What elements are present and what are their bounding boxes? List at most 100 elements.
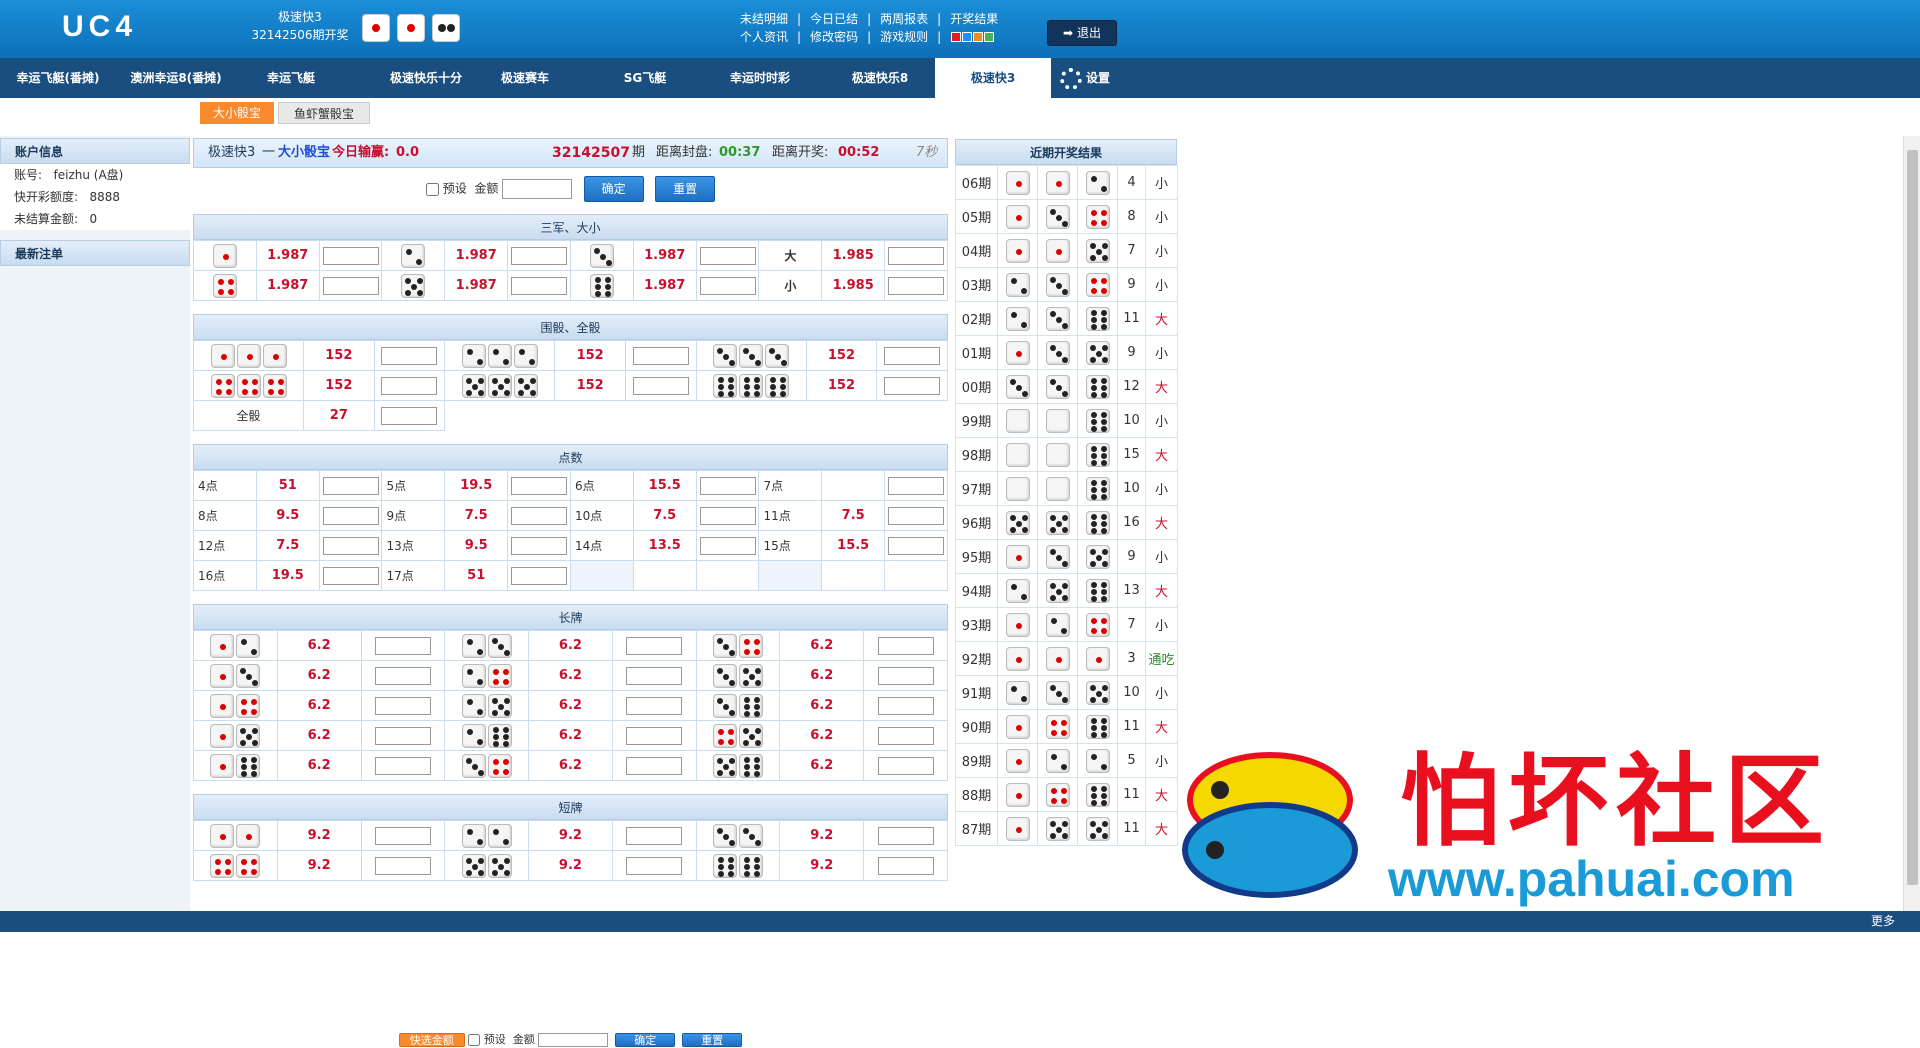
bet-cell[interactable] <box>507 530 571 561</box>
bet-cell[interactable] <box>863 660 948 691</box>
bet-cell[interactable] <box>318 270 383 301</box>
preset-checkbox[interactable] <box>425 182 439 196</box>
bet-amount-input[interactable] <box>888 246 945 265</box>
bet-amount-input[interactable] <box>699 476 756 495</box>
bet-cell[interactable] <box>611 660 697 691</box>
bet-cell[interactable] <box>373 340 446 371</box>
nav-item-7[interactable]: 幸运时时彩 <box>710 58 810 98</box>
bet-amount-input[interactable] <box>322 276 379 295</box>
nav-item-8[interactable]: 极速快乐8 <box>830 58 930 98</box>
bet-amount-input[interactable] <box>877 756 934 775</box>
bet-cell[interactable] <box>884 270 948 301</box>
reset-button[interactable]: 重置 <box>655 176 716 202</box>
bet-amount-input[interactable] <box>511 246 568 265</box>
today-settled-link[interactable]: 今日已结 <box>810 10 858 28</box>
bet-amount-input[interactable] <box>322 566 379 585</box>
bet-cell[interactable] <box>884 470 948 501</box>
bet-amount-input[interactable] <box>374 856 431 875</box>
bet-amount-input[interactable] <box>699 506 756 525</box>
bet-cell[interactable] <box>611 630 697 661</box>
bet-cell[interactable] <box>360 820 446 851</box>
profile-link[interactable]: 个人资讯 <box>740 28 788 46</box>
bet-amount-input[interactable] <box>374 726 431 745</box>
bet-amount-input[interactable] <box>884 346 941 365</box>
bet-amount-input[interactable] <box>699 246 756 265</box>
tab-yxx[interactable]: 鱼虾蟹骰宝 <box>278 102 370 124</box>
bet-amount-input[interactable] <box>322 246 379 265</box>
bet-cell[interactable] <box>695 500 760 531</box>
bet-amount-input[interactable] <box>626 856 683 875</box>
amount-input[interactable] <box>502 179 573 199</box>
bet-amount-input[interactable] <box>511 536 568 555</box>
bet-cell[interactable] <box>884 500 948 531</box>
bottom-preset-checkbox[interactable] <box>468 1034 481 1046</box>
bet-amount-input[interactable] <box>884 376 941 395</box>
bet-cell[interactable] <box>695 530 760 561</box>
bet-cell[interactable] <box>507 270 571 301</box>
bet-cell[interactable] <box>624 340 697 371</box>
bet-cell[interactable] <box>611 720 697 751</box>
bet-amount-input[interactable] <box>877 696 934 715</box>
bet-cell[interactable] <box>876 340 948 371</box>
bet-cell[interactable] <box>373 370 446 401</box>
bet-amount-input[interactable] <box>511 476 568 495</box>
bet-cell[interactable] <box>876 370 948 401</box>
bet-cell[interactable] <box>318 240 383 271</box>
bet-amount-input[interactable] <box>381 376 438 395</box>
bet-amount-input[interactable] <box>374 636 431 655</box>
bet-cell[interactable] <box>318 500 383 531</box>
confirm-button[interactable]: 确定 <box>583 176 644 202</box>
unsettled-link[interactable]: 未结明细 <box>740 10 788 28</box>
nav-item-1[interactable]: 幸运飞艇(番摊) <box>0 58 116 98</box>
bet-amount-input[interactable] <box>888 506 945 525</box>
bet-amount-input[interactable] <box>626 666 683 685</box>
bet-amount-input[interactable] <box>877 726 934 745</box>
bet-amount-input[interactable] <box>626 756 683 775</box>
bet-amount-input[interactable] <box>877 636 934 655</box>
bet-cell[interactable] <box>318 530 383 561</box>
bet-cell[interactable] <box>863 750 948 781</box>
bet-amount-input[interactable] <box>626 636 683 655</box>
bet-amount-input[interactable] <box>374 666 431 685</box>
bet-amount-input[interactable] <box>511 506 568 525</box>
bet-cell[interactable] <box>863 690 948 721</box>
bet-cell[interactable] <box>624 370 697 401</box>
bet-amount-input[interactable] <box>877 666 934 685</box>
bet-cell[interactable] <box>507 240 571 271</box>
bet-cell[interactable] <box>360 690 446 721</box>
settings-button[interactable]: 设置 <box>1060 58 1110 98</box>
bet-amount-input[interactable] <box>626 726 683 745</box>
bet-cell[interactable] <box>611 850 697 881</box>
bet-cell[interactable] <box>507 470 571 501</box>
bottom-reset-button[interactable]: 重置 <box>682 1033 743 1047</box>
bet-cell[interactable] <box>611 750 697 781</box>
info-refresh[interactable]: 7秒 <box>916 139 937 167</box>
game-rules-link[interactable]: 游戏规则 <box>880 28 928 46</box>
two-week-report-link[interactable]: 两周报表 <box>880 10 928 28</box>
bet-cell[interactable] <box>863 850 948 881</box>
bet-amount-input[interactable] <box>374 826 431 845</box>
bet-amount-input[interactable] <box>877 826 934 845</box>
bet-amount-input[interactable] <box>322 476 379 495</box>
theme-color-picker[interactable] <box>950 29 995 47</box>
bet-amount-input[interactable] <box>381 406 438 425</box>
bet-cell[interactable] <box>695 470 760 501</box>
bet-cell[interactable] <box>373 400 446 431</box>
bet-cell[interactable] <box>360 850 446 881</box>
bet-cell[interactable] <box>884 240 948 271</box>
scrollbar[interactable] <box>1903 136 1920 911</box>
bet-cell[interactable] <box>360 630 446 661</box>
bottom-confirm-button[interactable]: 确定 <box>615 1033 676 1047</box>
nav-item-5[interactable]: 极速赛车 <box>470 58 580 98</box>
bet-cell[interactable] <box>611 820 697 851</box>
bet-cell[interactable] <box>695 240 760 271</box>
bet-cell[interactable] <box>695 270 760 301</box>
bet-amount-input[interactable] <box>877 856 934 875</box>
tab-dxsb[interactable]: 大小骰宝 <box>200 102 274 124</box>
bottom-amount-input[interactable] <box>538 1033 609 1047</box>
more-link[interactable]: 更多 <box>1871 911 1895 932</box>
bet-cell[interactable] <box>863 720 948 751</box>
bet-amount-input[interactable] <box>699 536 756 555</box>
bet-amount-input[interactable] <box>632 376 689 395</box>
bet-amount-input[interactable] <box>888 476 945 495</box>
